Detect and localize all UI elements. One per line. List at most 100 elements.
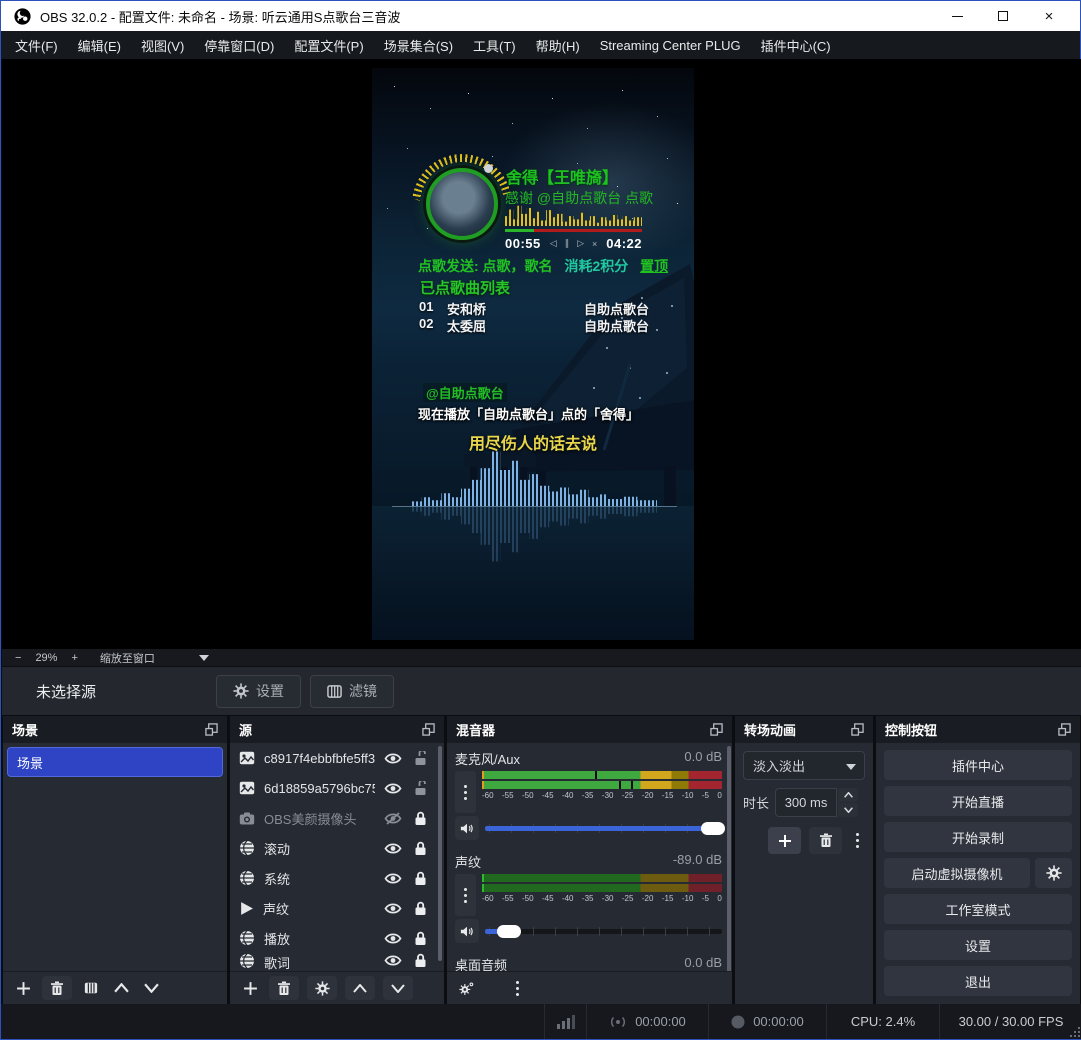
zoom-out-button[interactable]: − (15, 652, 21, 664)
close-button[interactable]: × (1026, 1, 1072, 31)
remove-source-button[interactable] (269, 976, 299, 1000)
scene-move-down-button[interactable] (140, 976, 162, 1000)
source-settings-button[interactable]: 设置 (216, 675, 301, 708)
eye-slash-icon[interactable] (384, 812, 402, 825)
minimize-button[interactable] (934, 1, 980, 31)
source-move-down-button[interactable] (383, 976, 413, 1000)
plugin-center-button[interactable]: 插件中心 (884, 750, 1072, 780)
resize-grip[interactable] (1070, 1027, 1080, 1037)
source-row[interactable]: c8917f4ebbfbfe5ff3 (230, 743, 444, 773)
menu-streaming-center-plug[interactable]: Streaming Center PLUG (590, 31, 751, 59)
source-move-up-button[interactable] (345, 976, 375, 1000)
gears-icon (459, 980, 475, 996)
source-row[interactable]: 声纹 (230, 893, 444, 923)
volume-slider[interactable] (485, 921, 722, 941)
eye-icon[interactable] (384, 902, 402, 915)
volume-meter (482, 884, 722, 892)
remove-scene-button[interactable] (42, 976, 72, 1000)
remove-transition-button[interactable] (809, 827, 842, 854)
add-scene-button[interactable] (12, 976, 34, 1000)
settings-button[interactable]: 设置 (884, 930, 1072, 960)
add-transition-button[interactable] (768, 827, 801, 854)
menu-view[interactable]: 视图(V) (131, 31, 194, 59)
lock-open-icon[interactable] (414, 751, 427, 766)
plus-icon (778, 834, 792, 848)
lock-closed-icon[interactable] (414, 953, 427, 968)
status-bar: 00:00:00 00:00:00 CPU: 2.4% 30.00 / 30.0… (1, 1004, 1081, 1039)
menu-tools[interactable]: 工具(T) (463, 31, 526, 59)
fit-dropdown-arrow-icon[interactable] (199, 655, 209, 661)
sources-scrollbar[interactable] (438, 746, 442, 961)
studio-mode-button[interactable]: 工作室模式 (884, 894, 1072, 924)
mute-button[interactable] (455, 919, 479, 943)
source-row[interactable]: OBS美颜摄像头 (230, 803, 444, 833)
start-virtual-camera-button[interactable]: 启动虚拟摄像机 (884, 858, 1030, 888)
popout-icon[interactable] (1058, 723, 1071, 736)
exit-button[interactable]: 退出 (884, 966, 1072, 996)
mixer-scrollbar[interactable] (727, 746, 731, 971)
menu-plugin-center[interactable]: 插件中心(C) (751, 31, 841, 59)
source-row[interactable]: 播放 (230, 923, 444, 953)
eye-icon[interactable] (384, 752, 402, 765)
lock-open-icon[interactable] (414, 781, 427, 796)
source-row[interactable]: 歌词 (230, 953, 444, 971)
lock-closed-icon[interactable] (414, 871, 427, 886)
lock-closed-icon[interactable] (414, 931, 427, 946)
zoom-in-button[interactable]: + (71, 652, 77, 664)
source-row[interactable]: 6d18859a5796bc75 (230, 773, 444, 803)
lock-closed-icon[interactable] (414, 901, 427, 916)
menu-file[interactable]: 文件(F) (5, 31, 68, 59)
maximize-button[interactable] (980, 1, 1026, 31)
popout-icon[interactable] (205, 723, 218, 736)
popout-icon[interactable] (422, 723, 435, 736)
duration-up-button[interactable] (838, 788, 858, 802)
lock-closed-icon[interactable] (414, 811, 427, 826)
duration-value[interactable]: 300 ms (775, 788, 837, 817)
start-streaming-button[interactable]: 开始直播 (884, 786, 1072, 816)
popout-icon[interactable] (710, 723, 723, 736)
channel-menu-button[interactable] (455, 874, 476, 916)
source-row[interactable]: 系统 (230, 863, 444, 893)
source-properties-button[interactable] (307, 976, 337, 1000)
eye-icon[interactable] (384, 872, 402, 885)
preview-canvas[interactable]: 舍得【王唯旖】 感谢 @自助点歌台 点歌 00:55 ◁ ∥ ▷ × 04:22… (2, 59, 1081, 649)
virtual-camera-settings-button[interactable] (1035, 858, 1072, 888)
mixer-menu-button[interactable] (510, 981, 525, 996)
menu-help[interactable]: 帮助(H) (526, 31, 590, 59)
add-source-button[interactable] (239, 976, 261, 1000)
scene-item[interactable]: 场景 (7, 747, 223, 777)
eye-icon[interactable] (384, 782, 402, 795)
source-label: 滚动 (264, 839, 375, 858)
advanced-audio-button[interactable] (456, 976, 478, 1000)
menu-profile[interactable]: 配置文件(P) (284, 31, 373, 59)
trash-icon (819, 833, 833, 848)
source-filters-button[interactable]: 滤镜 (310, 675, 394, 708)
lock-closed-icon[interactable] (414, 841, 427, 856)
chevron-down-icon (844, 807, 853, 813)
transition-menu-button[interactable] (850, 833, 865, 848)
eye-icon[interactable] (384, 842, 402, 855)
mute-button[interactable] (455, 816, 479, 840)
source-row[interactable]: 滚动 (230, 833, 444, 863)
popout-icon[interactable] (851, 723, 864, 736)
volume-slider[interactable] (485, 818, 722, 838)
scenes-dock-title: 场景 (12, 720, 38, 739)
obs-window: OBS 32.0.2 - 配置文件: 未命名 - 场景: 听云通用S点歌台三音波… (0, 0, 1081, 1040)
zoom-level: 29% (35, 652, 57, 664)
channel-menu-button[interactable] (455, 771, 476, 813)
menu-docks[interactable]: 停靠窗口(D) (194, 31, 284, 59)
start-recording-button[interactable]: 开始录制 (884, 822, 1072, 852)
scene-filters-button[interactable] (80, 976, 102, 1000)
menu-edit[interactable]: 编辑(E) (68, 31, 131, 59)
duration-down-button[interactable] (838, 803, 858, 817)
speaker-icon (460, 822, 474, 835)
duration-spinbox[interactable]: 300 ms (775, 788, 858, 817)
transition-select[interactable]: 淡入淡出 (743, 751, 865, 780)
menu-scene-collection[interactable]: 场景集合(S) (374, 31, 463, 59)
eye-icon[interactable] (384, 932, 402, 945)
source-label: 声纹 (263, 899, 375, 918)
eye-icon[interactable] (384, 954, 402, 967)
source-label: 6d18859a5796bc75 (264, 781, 375, 796)
scene-move-up-button[interactable] (110, 976, 132, 1000)
fit-to-window-label[interactable]: 缩放至窗口 (100, 650, 155, 666)
